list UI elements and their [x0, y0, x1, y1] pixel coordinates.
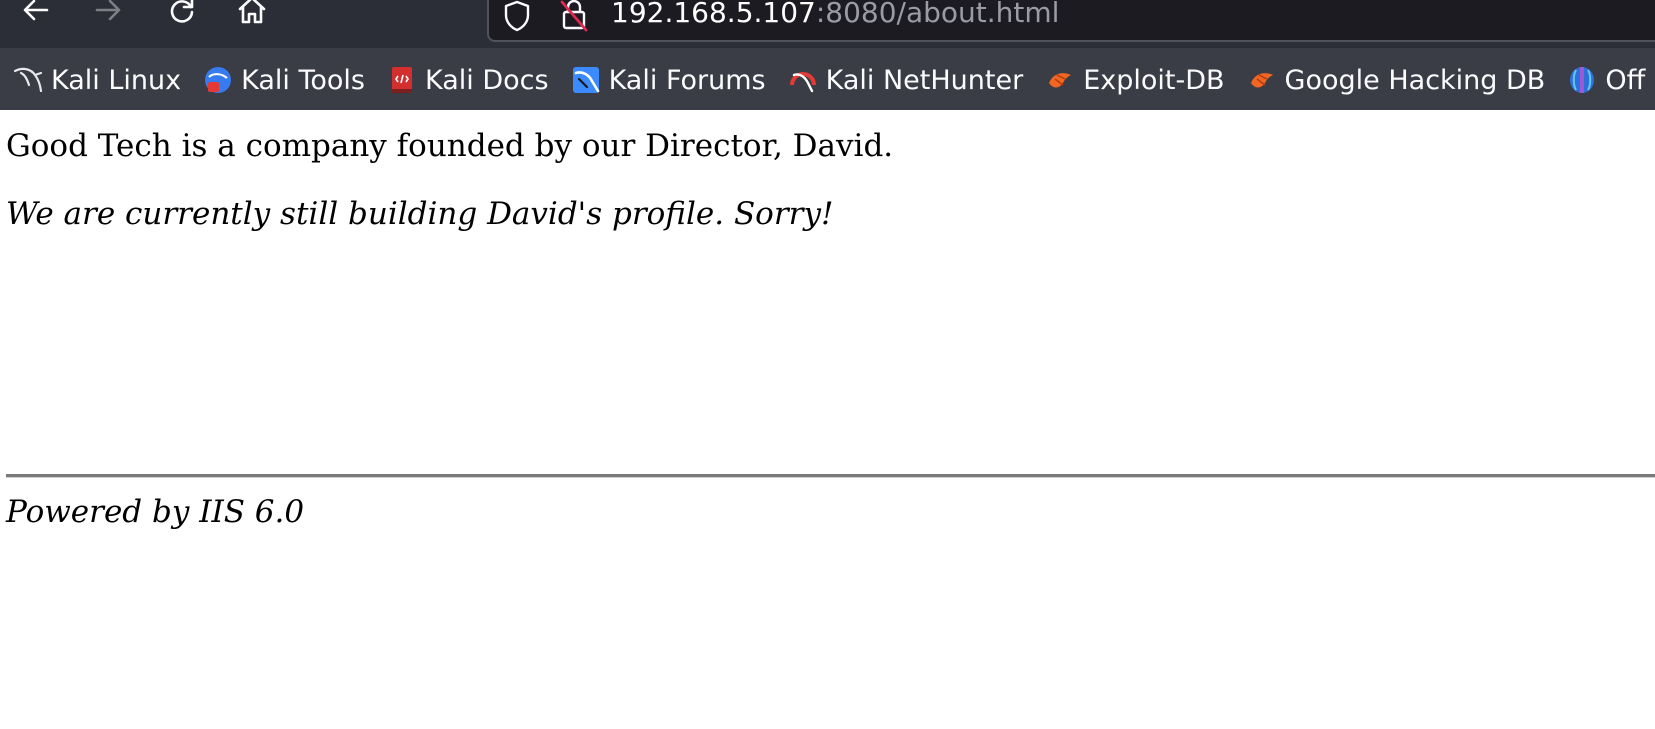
bookmark-exploit-db[interactable]: Exploit-DB: [1045, 64, 1225, 96]
bookmark-label: Kali Docs: [424, 64, 549, 96]
bookmark-kali-linux[interactable]: Kali Linux: [13, 65, 181, 96]
bookmark-kali-nethunter[interactable]: Kali NetHunter: [788, 64, 1024, 96]
kali-dragon-icon: [13, 65, 43, 95]
offsec-icon: [1567, 65, 1597, 95]
bookmarks-toolbar: Kali Linux Kali Tools Kali Docs Kali For…: [0, 58, 1655, 102]
arrow-left-icon: [21, 0, 51, 25]
bookmark-label: Off: [1605, 64, 1646, 96]
forward-button[interactable]: [88, 0, 128, 30]
kali-docs-icon: [387, 65, 417, 95]
home-icon: [236, 0, 268, 26]
bookmark-label: Kali Tools: [241, 64, 365, 96]
kali-forums-icon: [571, 65, 601, 95]
bookmark-label: Kali Forums: [608, 64, 766, 96]
url-host: 192.168.5.107: [611, 0, 816, 29]
bookmark-offsec[interactable]: Off: [1567, 65, 1645, 96]
profile-notice-text: We are currently still building David's …: [6, 196, 834, 232]
url-path: :8080/about.html: [815, 0, 1060, 29]
bookmark-label: Kali NetHunter: [825, 64, 1024, 96]
bookmark-label: Exploit-DB: [1083, 64, 1225, 96]
bookmark-label: Kali Linux: [51, 64, 182, 96]
intro-text: Good Tech is a company founded by our Di…: [6, 128, 894, 164]
home-button[interactable]: [232, 0, 272, 30]
browser-toolbar: 192.168.5.107:8080/about.html: [0, 0, 1655, 48]
bookmark-kali-docs[interactable]: Kali Docs: [387, 65, 549, 96]
kali-tools-icon: [203, 65, 233, 95]
browser-chrome: 192.168.5.107:8080/about.html Kali Linux…: [0, 0, 1655, 110]
url-text[interactable]: 192.168.5.107:8080/about.html: [611, 0, 1059, 28]
footer-text: Powered by IIS 6.0: [6, 494, 305, 530]
back-button[interactable]: [16, 0, 56, 30]
ghdb-icon: [1247, 65, 1277, 95]
reload-button[interactable]: [162, 0, 202, 30]
bookmark-label: Google Hacking DB: [1284, 64, 1546, 96]
page-content: Good Tech is a company founded by our Di…: [0, 110, 1655, 729]
insecure-lock-icon[interactable]: [559, 0, 589, 37]
exploit-db-icon: [1045, 65, 1075, 95]
horizontal-rule: [6, 474, 1655, 478]
bookmark-kali-tools[interactable]: Kali Tools: [203, 65, 365, 96]
reload-icon: [167, 0, 197, 25]
kali-nethunter-icon: [788, 65, 818, 95]
bookmark-google-hacking-db[interactable]: Google Hacking DB: [1247, 64, 1546, 96]
bookmark-kali-forums[interactable]: Kali Forums: [571, 65, 766, 96]
arrow-right-icon: [93, 0, 123, 25]
shield-icon[interactable]: [503, 0, 531, 37]
url-bar[interactable]: 192.168.5.107:8080/about.html: [487, 0, 1655, 42]
